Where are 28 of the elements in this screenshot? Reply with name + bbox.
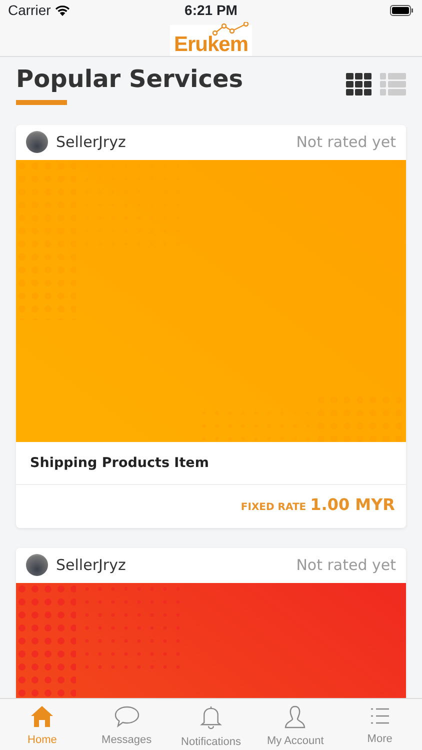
speech-bubble-icon [114,705,140,728]
person-icon [284,705,306,729]
clock: 6:21 PM [184,1,238,20]
tab-button[interactable]: More [338,699,422,750]
carrier-label: Carrier [8,1,51,20]
service-title: Shipping Products Item [16,442,406,485]
rating-text: Not rated yet [296,132,396,154]
avatar-icon [26,131,48,154]
battery-icon [390,5,414,16]
price-text: 1.00 MYR [310,494,395,516]
service-card[interactable]: SellerJryz Not rated yet Shipping Products Item FIXED RATE 1.00 MYR [16,124,406,528]
home-icon [30,705,54,728]
tab-button[interactable]: My Account [253,699,338,750]
grid-view-button[interactable] [346,73,372,96]
avatar-icon [26,554,48,576]
tab-button[interactable]: Messages [84,699,169,750]
bell-icon [200,705,222,730]
seller-name: SellerJryz [56,555,126,576]
section-title: Popular Services [16,64,244,94]
wifi-icon [54,5,70,16]
rating-text: Not rated yet [296,555,396,576]
tab-button[interactable]: Notifications [168,699,254,750]
rate-label: FIXED RATE [240,500,306,515]
title-underline [16,100,67,105]
seller-name: SellerJryz [56,132,126,154]
logo: Erukem [170,25,252,56]
tab-button[interactable]: Home [0,699,84,750]
service-card[interactable]: SellerJryz Not rated yet [16,548,406,698]
